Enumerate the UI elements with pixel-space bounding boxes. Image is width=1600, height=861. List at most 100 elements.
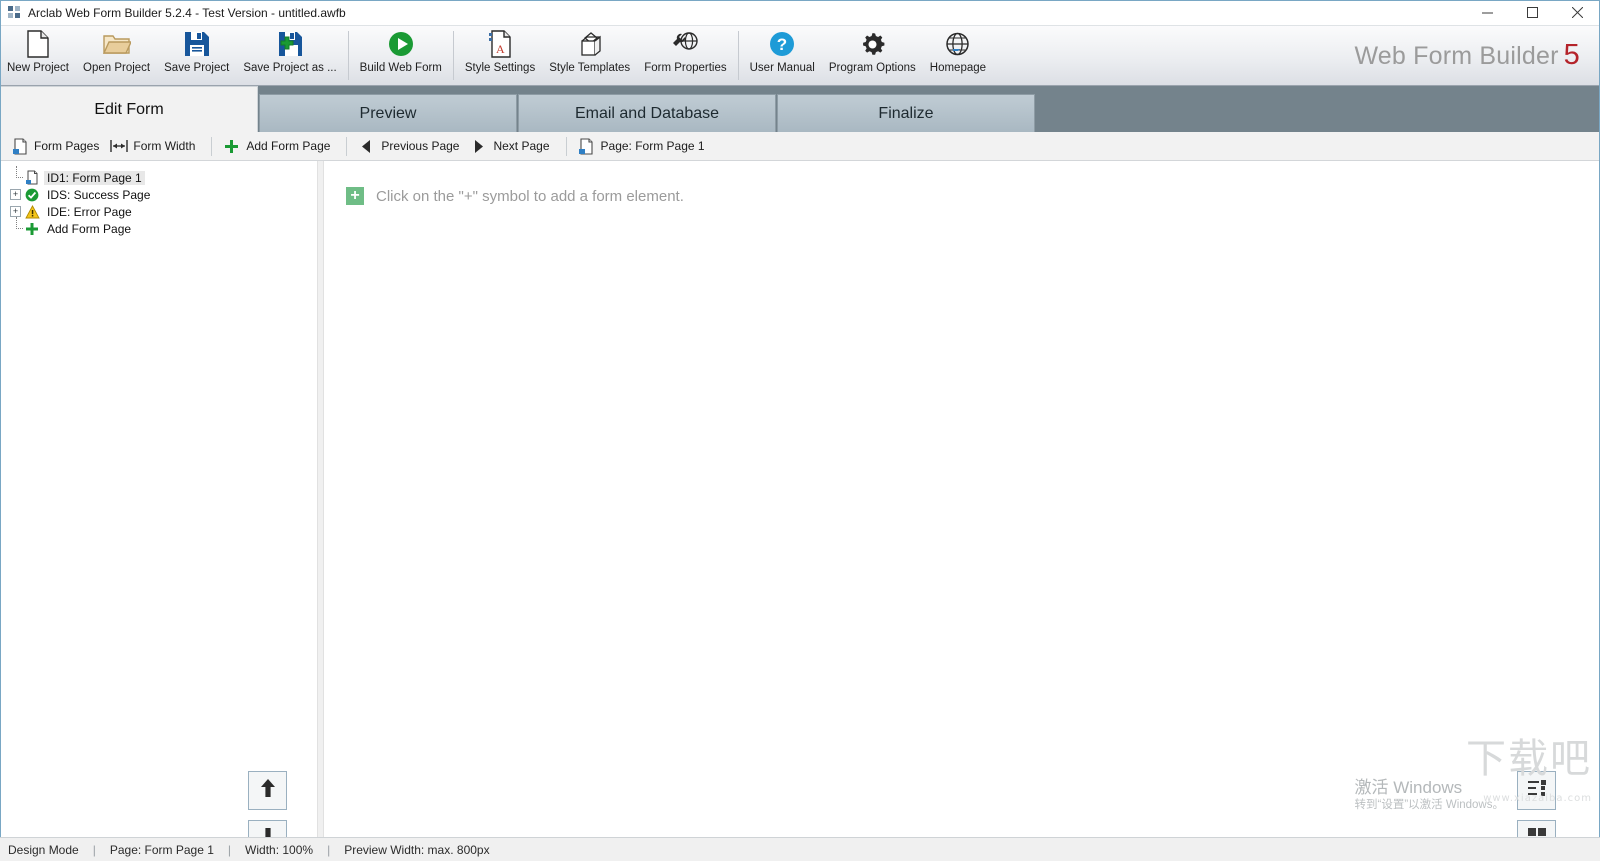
prev-triangle-icon	[357, 137, 376, 155]
add-form-page-label: Add Form Page	[246, 139, 331, 153]
form-pages-button[interactable]: Form Pages	[8, 134, 107, 158]
tree-item-add-form-page[interactable]: Add Form Page	[0, 217, 317, 237]
close-button[interactable]	[1555, 0, 1600, 26]
style-document-icon: A	[488, 29, 512, 59]
panel-splitter[interactable]	[317, 161, 324, 837]
program-options-button[interactable]: Program Options	[822, 26, 923, 85]
form-pages-icon	[10, 137, 29, 155]
add-form-page-button[interactable]: Add Form Page	[220, 134, 338, 158]
next-triangle-icon	[469, 137, 488, 155]
tab-edit-form-label: Edit Form	[94, 100, 164, 118]
homepage-button[interactable]: Homepage	[923, 26, 993, 85]
brand-version: 5	[1563, 39, 1580, 71]
warning-triangle-icon	[24, 204, 40, 220]
green-play-icon	[388, 29, 414, 59]
tree-item-form-page-1[interactable]: ID1: Form Page 1	[0, 166, 317, 186]
status-divider: |	[327, 842, 331, 857]
wrench-globe-icon	[671, 29, 699, 59]
watermark-line-2: 转到“设置”以激活 Windows。	[1354, 799, 1504, 811]
status-preview-width: Preview Width: max. 800px	[344, 842, 490, 857]
globe-icon	[944, 29, 971, 59]
svg-text:A: A	[496, 42, 505, 56]
green-plus-icon	[24, 221, 40, 237]
windows-activation-watermark: 激活 Windows 转到“设置”以激活 Windows。	[1354, 777, 1504, 813]
user-manual-button[interactable]: ? User Manual	[743, 26, 822, 85]
save-project-label: Save Project	[164, 62, 230, 74]
style-settings-label: Style Settings	[464, 62, 536, 74]
window-title: Arclab Web Form Builder 5.2.4 - Test Ver…	[28, 5, 346, 20]
status-width: Width: 100%	[245, 842, 314, 857]
previous-page-button[interactable]: Previous Page	[355, 134, 467, 158]
main-toolbar: New Project Open Project Save Project Sa…	[0, 26, 1600, 86]
expand-toggle-icon[interactable]: +	[10, 189, 21, 200]
save-project-as-button[interactable]: Save Project as ...	[236, 26, 343, 85]
maximize-button[interactable]	[1510, 0, 1555, 26]
previous-page-label: Previous Page	[381, 139, 460, 153]
arrow-up-icon	[258, 777, 278, 804]
tree-item-label: ID1: Form Page 1	[44, 170, 145, 185]
tab-email-and-database[interactable]: Email and Database	[518, 94, 776, 132]
brand-text: Web Form Builder	[1354, 42, 1559, 70]
toolbar-group-help: ? User Manual Program Options Homepage	[743, 26, 993, 85]
toolbar-divider	[452, 31, 454, 80]
save-project-as-label: Save Project as ...	[243, 62, 337, 74]
cube-template-icon	[576, 29, 604, 59]
style-templates-button[interactable]: Style Templates	[542, 26, 637, 85]
toolbar-group-build: Build Web Form	[353, 26, 449, 85]
tab-email-and-database-label: Email and Database	[574, 104, 720, 122]
open-folder-icon	[102, 29, 131, 59]
element-list-button[interactable]	[1517, 771, 1556, 810]
title-bar: Arclab Web Form Builder 5.2.4 - Test Ver…	[0, 0, 1600, 26]
tree-item-error-page[interactable]: + IDE: Error Page	[0, 203, 317, 220]
subtoolbar-divider	[346, 136, 348, 156]
form-pages-panel: ID1: Form Page 1 + IDS: Success Page + I…	[0, 161, 317, 859]
minimize-button[interactable]	[1465, 0, 1510, 26]
form-canvas[interactable]: + Click on the "+" symbol to add a form …	[324, 161, 1600, 859]
current-page-indicator: Page: Form Page 1	[575, 134, 713, 158]
homepage-label: Homepage	[929, 62, 987, 74]
status-divider: |	[227, 842, 232, 857]
new-document-icon	[26, 29, 50, 59]
status-page: Page: Form Page 1	[109, 842, 214, 857]
toolbar-group-project: New Project Open Project Save Project Sa…	[0, 26, 344, 85]
floppy-disk-icon	[184, 29, 210, 59]
build-web-form-button[interactable]: Build Web Form	[353, 26, 449, 85]
gear-icon	[859, 29, 886, 59]
workspace: ID1: Form Page 1 + IDS: Success Page + I…	[0, 161, 1600, 859]
toolbar-group-style: A Style Settings Style Templates Form Pr…	[458, 26, 734, 85]
expand-toggle-icon[interactable]: +	[10, 206, 21, 217]
subtoolbar-divider	[211, 136, 213, 156]
tab-preview-label: Preview	[359, 104, 417, 122]
tab-preview[interactable]: Preview	[259, 94, 517, 132]
next-page-label: Next Page	[493, 139, 550, 153]
save-project-button[interactable]: Save Project	[157, 26, 236, 85]
move-up-button[interactable]	[248, 771, 287, 810]
form-properties-button[interactable]: Form Properties	[637, 26, 733, 85]
style-settings-button[interactable]: A Style Settings	[458, 26, 542, 85]
tree-item-success-page[interactable]: + IDS: Success Page	[0, 186, 317, 203]
tree-guide	[10, 166, 24, 186]
tab-finalize[interactable]: Finalize	[777, 94, 1035, 132]
open-project-button[interactable]: Open Project	[76, 26, 157, 85]
green-check-icon	[24, 187, 40, 203]
add-element-button[interactable]: +	[346, 187, 364, 205]
form-page-icon	[24, 170, 40, 186]
next-page-button[interactable]: Next Page	[467, 134, 557, 158]
window-controls	[1465, 0, 1600, 26]
tab-finalize-label: Finalize	[878, 104, 934, 122]
empty-canvas-hint-text: Click on the "+" symbol to add a form el…	[376, 187, 684, 205]
tree-item-label: Add Form Page	[47, 221, 132, 236]
build-web-form-label: Build Web Form	[359, 62, 442, 74]
new-project-button[interactable]: New Project	[0, 26, 76, 85]
status-divider: |	[92, 842, 96, 857]
user-manual-label: User Manual	[749, 62, 815, 74]
form-width-button[interactable]: Form Width	[107, 134, 203, 158]
watermark-line-1: 激活 Windows	[1354, 778, 1463, 797]
status-mode: Design Mode	[8, 842, 79, 857]
brand-label: Web Form Builder 5	[1354, 39, 1600, 72]
empty-canvas-hint: + Click on the "+" symbol to add a form …	[346, 187, 684, 205]
form-pages-tree: ID1: Form Page 1 + IDS: Success Page + I…	[0, 161, 317, 237]
tree-item-label: IDS: Success Page	[47, 187, 151, 202]
blue-question-icon: ?	[769, 29, 795, 59]
tab-edit-form[interactable]: Edit Form	[0, 86, 258, 132]
